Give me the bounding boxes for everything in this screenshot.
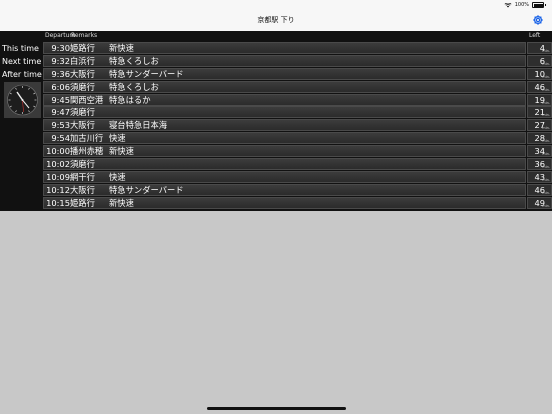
table-row[interactable]: 9:54 加古川行 快速 [43, 132, 526, 145]
remarks-header: Remarks [71, 32, 98, 39]
next-time-button[interactable]: Next time [2, 56, 42, 68]
minutes-left: 4 min. [527, 42, 552, 54]
table-row[interactable]: 9:53 大阪行 寝台特急日本海 [43, 119, 526, 132]
minutes-left: 36 min. [527, 158, 552, 171]
page-title: 京都駅 下り [257, 16, 295, 24]
minutes-left: 10 min. [527, 67, 552, 80]
table-row[interactable]: 6:06 須磨行 特急くろしお [43, 80, 526, 93]
navigation-bar: 京都駅 下り [0, 10, 552, 32]
minutes-left: 49 min. [527, 196, 552, 209]
status-bar: 100% [0, 0, 552, 10]
table-row[interactable]: 9:30 姫路行 新快速 [43, 42, 526, 54]
minutes-left: 46 min. [527, 183, 552, 196]
minutes-left: 46 min. [527, 80, 552, 93]
battery-percent: 100% [514, 2, 529, 8]
battery-icon [532, 2, 544, 8]
table-row[interactable]: 10:09 網干行 快速 [43, 170, 526, 183]
minutes-left-column: 4 min. 6 min. 10 min. 46 min. 19 min. 21 min. … [527, 42, 552, 210]
minutes-left: 21 min. [527, 106, 552, 119]
minutes-left: 43 min. [527, 170, 552, 183]
clock-icon [4, 82, 41, 118]
minutes-left: 34 min. [527, 145, 552, 158]
home-indicator[interactable] [207, 407, 346, 410]
left-header: Left [529, 32, 541, 39]
table-row[interactable]: 9:47 須磨行 [43, 106, 526, 119]
side-controls: This time Next time After time [0, 31, 42, 211]
timetable-panel: This time Next time After time Departure… [0, 31, 552, 211]
table-row[interactable]: 10:00 播州赤穂 新快速 [43, 145, 526, 158]
this-time-button[interactable]: This time [2, 43, 42, 55]
table-row[interactable]: 10:15 姫路行 新快速 [43, 196, 526, 209]
gear-icon[interactable] [532, 14, 544, 26]
minutes-left: 19 min. [527, 93, 552, 106]
table-row[interactable]: 9:36 大阪行 特急サンダーバード [43, 67, 526, 80]
table-row[interactable]: 10:02 須磨行 [43, 158, 526, 171]
wifi-icon [504, 2, 512, 8]
minutes-left: 28 min. [527, 132, 552, 145]
minutes-left: 27 min. [527, 119, 552, 132]
table-row[interactable]: 9:45 関西空港 特急はるか [43, 93, 526, 106]
departure-list: 9:30 姫路行 新快速 9:32 白浜行 特急くろしお 9:36 大阪行 特急サンダーバー… [43, 42, 526, 210]
minutes-left: 6 min. [527, 54, 552, 67]
table-row[interactable]: 10:12 大阪行 特急サンダーバード [43, 183, 526, 196]
table-row[interactable]: 9:32 白浜行 特急くろしお [43, 54, 526, 67]
after-time-button[interactable]: After time [2, 69, 42, 81]
